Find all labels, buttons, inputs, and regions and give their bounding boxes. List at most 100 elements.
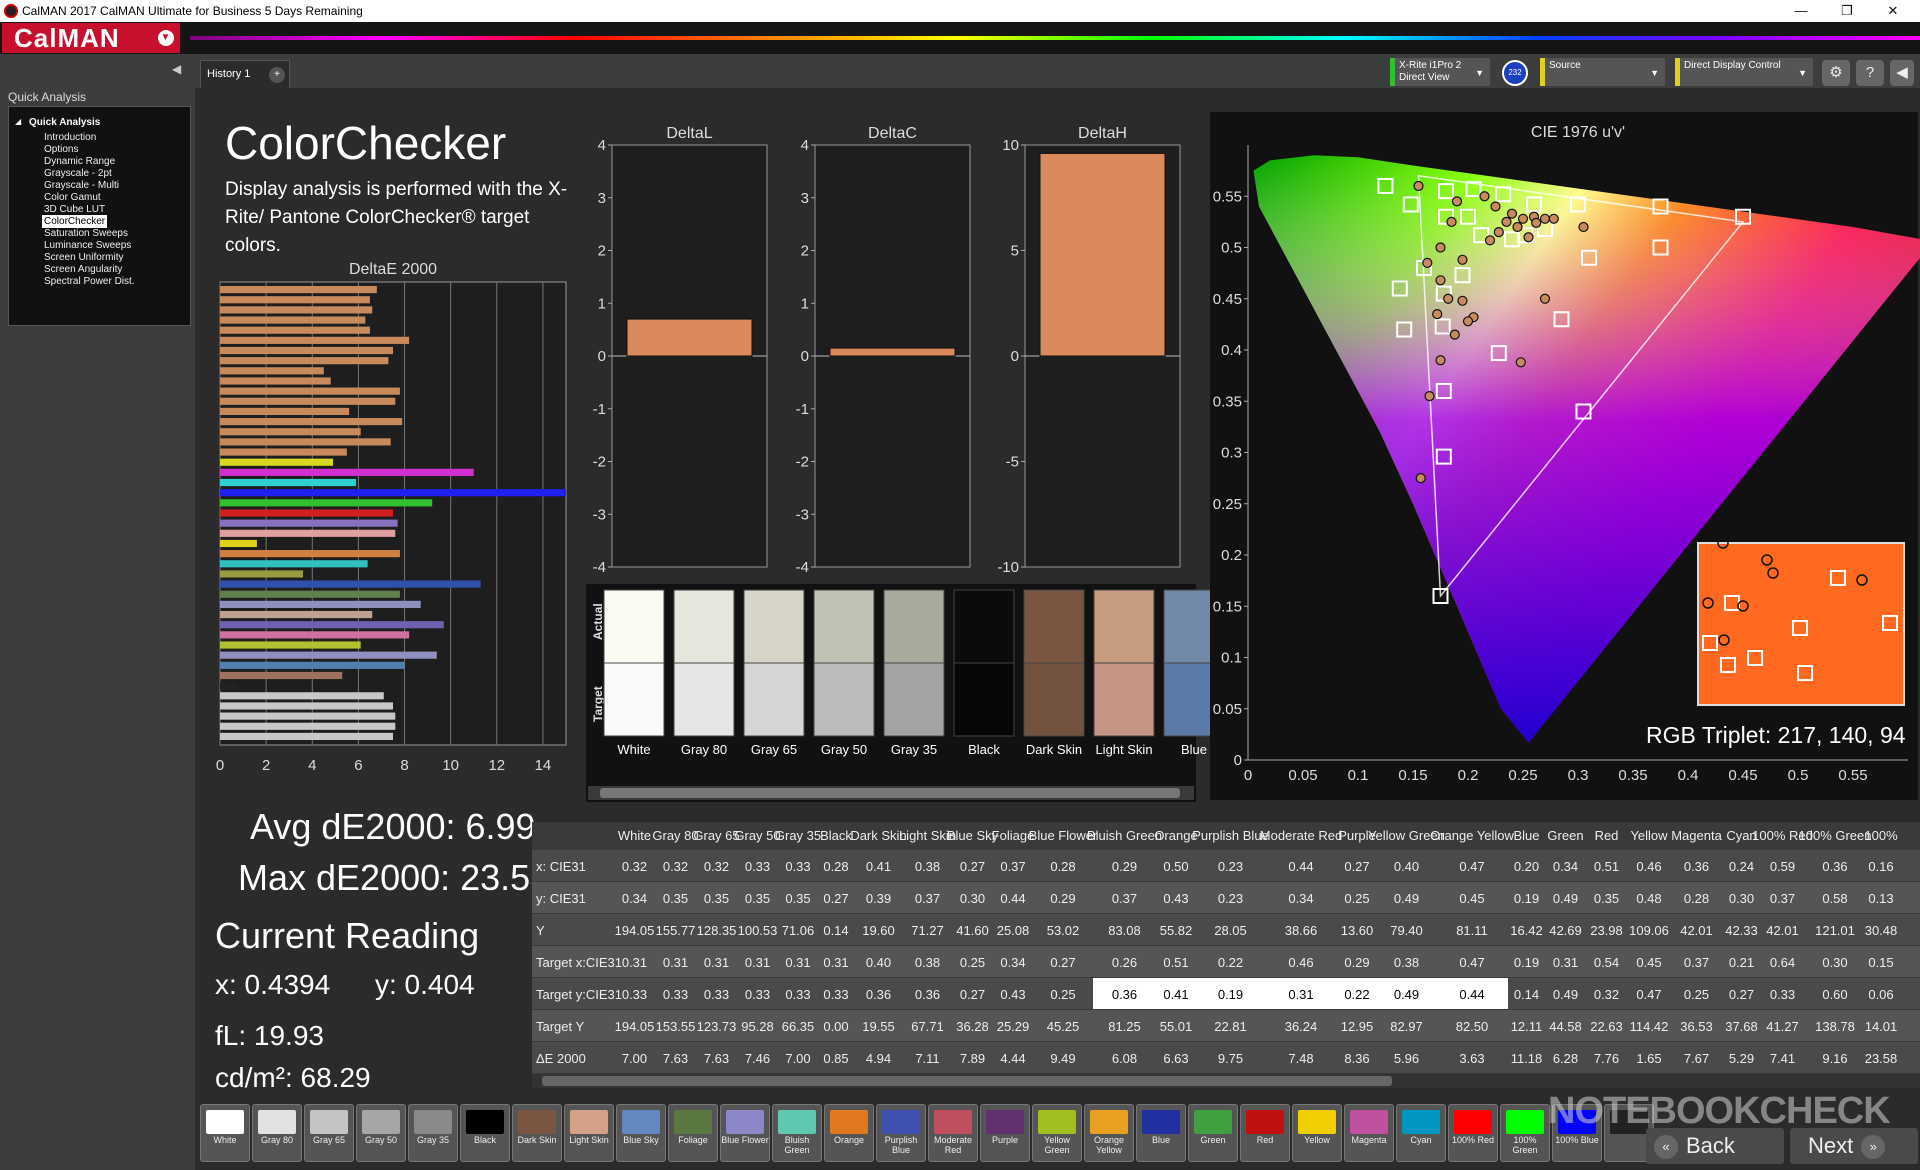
table-cell: 0.31 — [823, 955, 848, 970]
table-cell: 11.18 — [1511, 1051, 1543, 1066]
table-cell: 0.24 — [1729, 859, 1754, 874]
table-cell: 41.60 — [956, 923, 989, 938]
swatch-button[interactable]: Foliage — [668, 1104, 718, 1162]
tick-label: 6 — [354, 757, 362, 774]
table-cell: 100.53 — [738, 923, 778, 938]
actual-swatch — [953, 589, 1015, 664]
bar — [220, 478, 357, 487]
swatch-button[interactable]: Dark Skin — [512, 1104, 562, 1162]
swatch-label: Green — [1200, 1135, 1226, 1145]
swatch-button[interactable]: Black — [460, 1104, 510, 1162]
tick-label: 4 — [308, 757, 316, 774]
swatch-button[interactable]: Orange Yellow — [1084, 1104, 1134, 1162]
swatch-button[interactable]: Moderate Red — [928, 1104, 978, 1162]
table-cell: 36.24 — [1285, 1019, 1318, 1034]
bar — [220, 600, 421, 608]
swatch-label: Black — [473, 1135, 496, 1145]
color-comparison-swatches: Actual Target White Gray 80 Gray 65 Gray 50 Gr… — [586, 584, 1225, 802]
table-cell: 3.63 — [1459, 1051, 1484, 1066]
table-cell: 0.43 — [1163, 891, 1188, 906]
table-cell: 0.31 — [1288, 987, 1313, 1002]
table-cell: 0.32 — [663, 859, 688, 874]
bar — [220, 560, 368, 568]
swatch-button[interactable]: 100% Red — [1448, 1104, 1498, 1162]
column-header: Black — [820, 828, 852, 843]
tick-label: 0.25 — [1213, 496, 1242, 513]
table-cell: 6.63 — [1163, 1051, 1188, 1066]
swatch-chip — [414, 1110, 452, 1134]
tick-label: 10 — [1002, 137, 1019, 154]
table-cell: 0.31 — [745, 955, 770, 970]
swatch-label: Light Skin — [569, 1135, 609, 1145]
actual-point — [1517, 213, 1529, 224]
actual-point — [1501, 216, 1512, 227]
table-cell: 155.77 — [656, 923, 696, 938]
bar — [220, 550, 400, 558]
swatch-button[interactable]: Blue — [1136, 1104, 1186, 1162]
table-cell: 7.41 — [1770, 1051, 1795, 1066]
table-cell: 82.97 — [1390, 1019, 1423, 1034]
swatch-chip — [622, 1110, 660, 1134]
table-cell: 95.28 — [741, 1019, 774, 1034]
target-swatch — [1023, 662, 1085, 737]
table-cell: 37.68 — [1725, 1019, 1758, 1034]
swatch-button[interactable]: Light Skin — [564, 1104, 614, 1162]
swatch-button[interactable]: Blue Sky — [616, 1104, 666, 1162]
swatch-button[interactable]: Green — [1188, 1104, 1238, 1162]
swatch-chip — [1298, 1110, 1336, 1134]
bar — [220, 336, 410, 344]
swatch-button[interactable]: Yellow — [1292, 1104, 1342, 1162]
swatch-label: Dark Skin — [1026, 742, 1082, 757]
swatch-button[interactable]: Gray 65 — [304, 1104, 354, 1162]
swatch-button[interactable]: Cyan — [1396, 1104, 1446, 1162]
swatch-button[interactable]: White — [200, 1104, 250, 1162]
table-cell: 0.59 — [1770, 859, 1795, 874]
actual-point — [1490, 201, 1501, 212]
tick-label: 0 — [1244, 767, 1252, 784]
bar — [220, 692, 384, 700]
tick-label: 0.15 — [1213, 598, 1242, 615]
bar — [220, 316, 366, 324]
swatch-button[interactable]: Yellow Green — [1032, 1104, 1082, 1162]
column-header: Orange Yellow — [1430, 828, 1514, 843]
bar — [220, 539, 257, 548]
table-cell: 0.33 — [785, 987, 810, 1002]
swatch-button[interactable]: 100% Green — [1500, 1104, 1550, 1162]
swatch-button[interactable]: Orange — [824, 1104, 874, 1162]
table-cell: 0.30 — [1729, 891, 1754, 906]
table-cell: 23.58 — [1865, 1051, 1898, 1066]
table-cell: 0.22 — [1344, 987, 1369, 1002]
table-cell: 44.58 — [1549, 1019, 1582, 1034]
swatch-button[interactable]: Bluish Green — [772, 1104, 822, 1162]
table-cell: 0.27 — [1729, 987, 1754, 1002]
bar — [220, 296, 370, 304]
swatch-button[interactable]: Purplish Blue — [876, 1104, 926, 1162]
table-cell: 0.27 — [1050, 955, 1075, 970]
swatch-button[interactable]: Magenta — [1344, 1104, 1394, 1162]
actual-point — [1413, 180, 1424, 192]
chart-title: DeltaC — [868, 125, 917, 142]
bar — [1039, 152, 1166, 357]
swatch-chip — [726, 1110, 764, 1134]
column-header: Magenta — [1671, 828, 1722, 843]
swatch-button[interactable]: Gray 50 — [356, 1104, 406, 1162]
tick-label: 0.45 — [1728, 767, 1757, 784]
data-table-container[interactable]: White Gray 80 Gray 65 Gray 50 Gray 35 Black Da… — [532, 822, 1920, 1088]
table-cell: 138.78 — [1815, 1019, 1855, 1034]
swatch-button[interactable]: Red — [1240, 1104, 1290, 1162]
table-cell: 0.41 — [1163, 987, 1188, 1002]
swatch-button[interactable]: Gray 80 — [252, 1104, 302, 1162]
table-cell: 0.23 — [1218, 859, 1243, 874]
tick-label: -4 — [796, 559, 809, 576]
swatch-button[interactable]: Blue Flower — [720, 1104, 770, 1162]
actual-point — [1512, 221, 1523, 233]
table-cell: 0.51 — [1594, 859, 1619, 874]
swatch-label: 100% Green — [1512, 1135, 1538, 1155]
table-cell: 0.85 — [823, 1051, 848, 1066]
swatch-button[interactable]: Purple — [980, 1104, 1030, 1162]
column-header: White — [618, 828, 651, 843]
bar — [220, 407, 350, 416]
tick-label: 0.15 — [1398, 767, 1427, 784]
table-cell: 0.16 — [1868, 859, 1893, 874]
swatch-button[interactable]: Gray 35 — [408, 1104, 458, 1162]
